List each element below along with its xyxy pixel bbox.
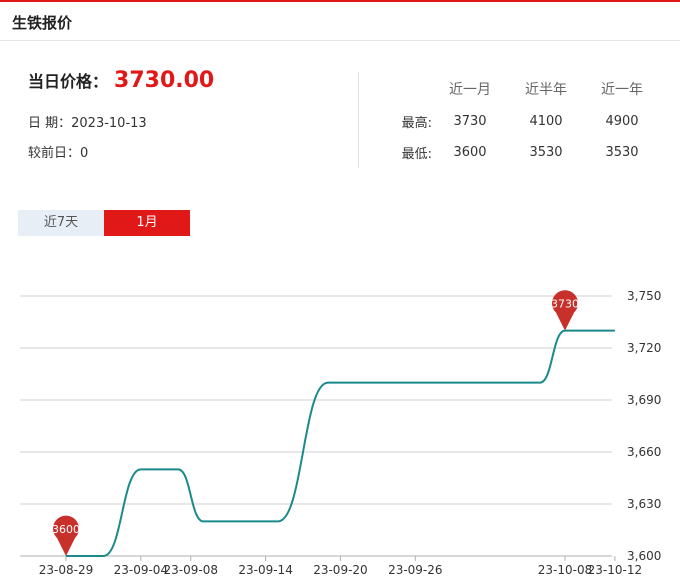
- stats-cell: 3730: [453, 114, 487, 129]
- x-tick-label: 23-09-04: [114, 563, 168, 577]
- range-tabs: 近7天 1月: [18, 210, 190, 236]
- price-series-line: [66, 329, 615, 557]
- stats-col-month: 近一月: [449, 82, 491, 98]
- stats-col-year: 近一年: [601, 82, 643, 98]
- page-header: 生铁报价: [0, 2, 680, 41]
- page-title: 生铁报价: [12, 14, 73, 32]
- y-tick-label: 3,690: [627, 393, 661, 407]
- x-tick-label: 23-10-12: [588, 563, 642, 577]
- tab-1-month[interactable]: 1月: [104, 210, 190, 236]
- y-tick-label: 3,600: [627, 549, 661, 563]
- y-tick-label: 3,750: [627, 289, 661, 303]
- value-marker-label: 3600: [52, 523, 80, 536]
- stats-cell: 3530: [605, 145, 639, 160]
- current-price-label: 当日价格：: [28, 72, 109, 91]
- stats-col-half-year: 近半年: [525, 82, 567, 98]
- value-marker-label: 3730: [551, 298, 579, 311]
- stats-row-high: 最高: 3730 4100 4900: [380, 106, 670, 137]
- price-line-chart: 3,600 3,630 3,660 3,690 3,720 3,750 23-08-29 23…: [20, 289, 661, 577]
- price-summary: 当日价格： 3730.00 日 期：2023-10-13 较前日：0: [28, 60, 348, 162]
- x-tick-label: 23-09-14: [238, 563, 292, 577]
- x-tick-label: 23-09-08: [164, 563, 218, 577]
- y-tick-label: 3,630: [627, 497, 661, 511]
- current-price-row: 当日价格： 3730.00: [28, 60, 348, 100]
- x-tick-label: 23-10-08: [538, 563, 592, 577]
- stats-row-label: 最低:: [401, 147, 432, 162]
- stats-cell: 3530: [529, 145, 563, 160]
- x-tick-label: 23-09-26: [388, 563, 442, 577]
- stats-row-low: 最低: 3600 3530 3530: [380, 137, 670, 168]
- stats-cell: 3600: [453, 145, 487, 160]
- y-tick-label: 3,660: [627, 445, 661, 459]
- tab-7-days[interactable]: 近7天: [18, 210, 104, 236]
- stats-row-label: 最高:: [401, 116, 432, 131]
- x-tick-label: 23-09-20: [313, 563, 367, 577]
- x-tick-label: 23-08-29: [39, 563, 93, 577]
- summary-divider: [358, 72, 359, 168]
- current-price-value: 3730.00: [114, 67, 215, 93]
- price-date: 日 期：2023-10-13: [28, 116, 147, 131]
- stats-cell: 4100: [529, 114, 563, 129]
- stats-header-row: 近一月 近半年 近一年: [380, 72, 670, 106]
- stats-cell: 4900: [605, 114, 639, 129]
- price-stats-table: 近一月 近半年 近一年 最高: 3730 4100 4900 最低: 3600 …: [380, 72, 670, 168]
- y-tick-label: 3,720: [627, 341, 661, 355]
- price-change: 较前日：0: [28, 146, 89, 161]
